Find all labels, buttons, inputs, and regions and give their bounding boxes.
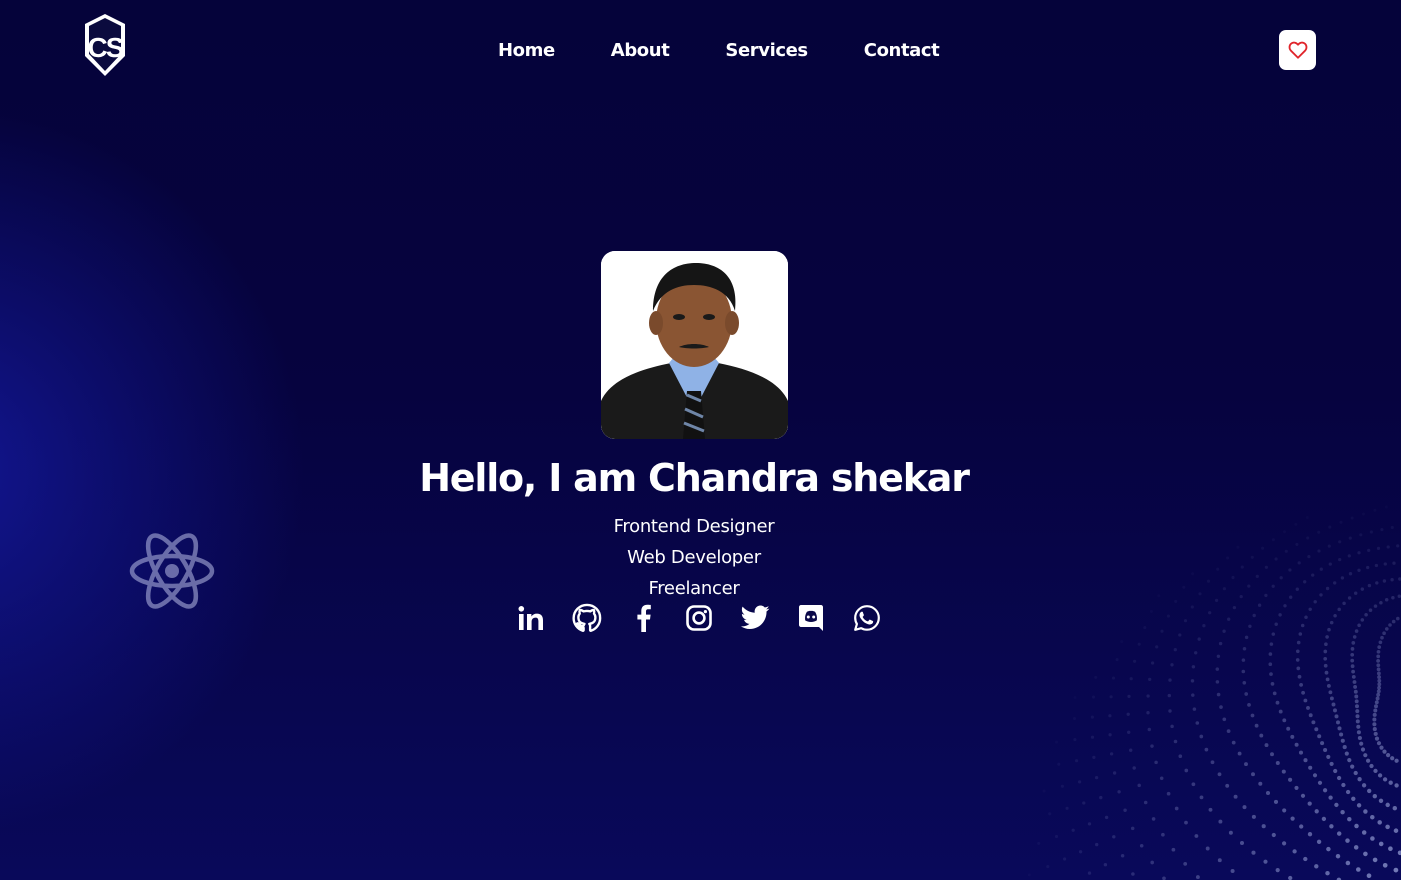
instagram-icon[interactable]	[683, 601, 715, 635]
cs-logo[interactable]: CS	[82, 12, 128, 78]
discord-icon[interactable]	[795, 601, 827, 635]
nav-about[interactable]: About	[611, 39, 670, 63]
heart-icon	[1288, 41, 1307, 59]
github-icon[interactable]	[571, 601, 603, 635]
social-links	[515, 601, 883, 635]
facebook-icon[interactable]	[627, 601, 659, 635]
linkedin-icon[interactable]	[515, 601, 547, 635]
logo-text: CS	[88, 32, 124, 63]
nav-services[interactable]: Services	[725, 39, 808, 63]
whatsapp-icon[interactable]	[851, 601, 883, 635]
nav-contact[interactable]: Contact	[864, 39, 940, 63]
profile-photo	[601, 251, 788, 439]
nav-home[interactable]: Home	[498, 39, 555, 63]
react-atom-icon	[129, 533, 215, 609]
twitter-icon[interactable]	[739, 601, 771, 635]
main-nav: Home About Services Contact	[498, 39, 940, 63]
favorite-button[interactable]	[1279, 30, 1316, 70]
dot-wave-decoration	[1027, 508, 1401, 880]
